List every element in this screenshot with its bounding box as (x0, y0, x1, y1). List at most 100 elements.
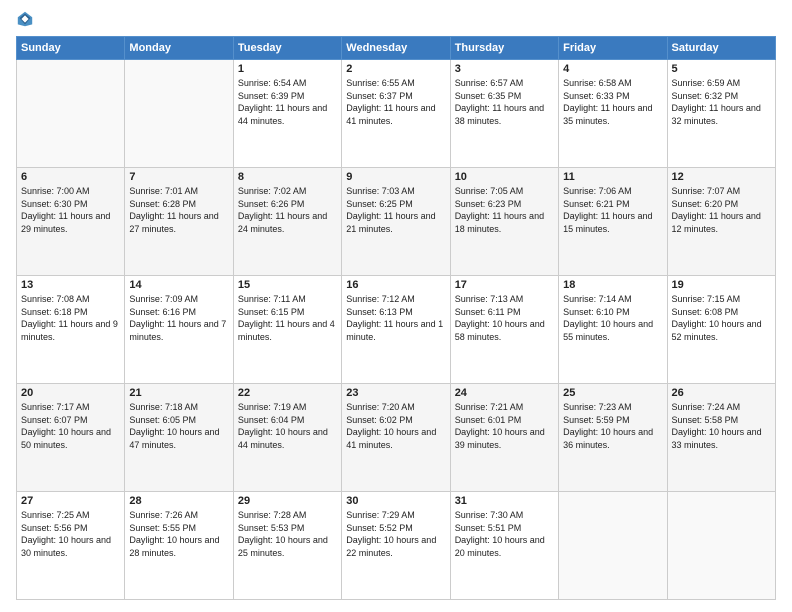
day-detail: Sunrise: 7:07 AM Sunset: 6:20 PM Dayligh… (672, 185, 771, 235)
day-detail: Sunrise: 7:13 AM Sunset: 6:11 PM Dayligh… (455, 293, 554, 343)
logo-icon (16, 10, 34, 28)
day-number: 4 (563, 63, 662, 75)
day-number: 1 (238, 63, 337, 75)
day-number: 27 (21, 495, 120, 507)
weekday-sunday: Sunday (17, 37, 125, 60)
weekday-thursday: Thursday (450, 37, 558, 60)
day-number: 3 (455, 63, 554, 75)
day-cell (559, 492, 667, 600)
day-detail: Sunrise: 7:00 AM Sunset: 6:30 PM Dayligh… (21, 185, 120, 235)
day-cell: 19 Sunrise: 7:15 AM Sunset: 6:08 PM Dayli… (667, 276, 775, 384)
day-cell: 7 Sunrise: 7:01 AM Sunset: 6:28 PM Daylig… (125, 168, 233, 276)
day-detail: Sunrise: 7:28 AM Sunset: 5:53 PM Dayligh… (238, 509, 337, 559)
day-cell: 4 Sunrise: 6:58 AM Sunset: 6:33 PM Daylig… (559, 60, 667, 168)
day-cell: 14 Sunrise: 7:09 AM Sunset: 6:16 PM Dayli… (125, 276, 233, 384)
day-cell: 28 Sunrise: 7:26 AM Sunset: 5:55 PM Dayli… (125, 492, 233, 600)
day-detail: Sunrise: 7:29 AM Sunset: 5:52 PM Dayligh… (346, 509, 445, 559)
day-number: 17 (455, 279, 554, 291)
day-number: 8 (238, 171, 337, 183)
day-cell: 9 Sunrise: 7:03 AM Sunset: 6:25 PM Daylig… (342, 168, 450, 276)
day-detail: Sunrise: 7:21 AM Sunset: 6:01 PM Dayligh… (455, 401, 554, 451)
logo (16, 12, 36, 28)
day-cell: 23 Sunrise: 7:20 AM Sunset: 6:02 PM Dayli… (342, 384, 450, 492)
day-number: 5 (672, 63, 771, 75)
day-number: 6 (21, 171, 120, 183)
day-number: 30 (346, 495, 445, 507)
weekday-friday: Friday (559, 37, 667, 60)
day-detail: Sunrise: 7:20 AM Sunset: 6:02 PM Dayligh… (346, 401, 445, 451)
weekday-saturday: Saturday (667, 37, 775, 60)
day-number: 28 (129, 495, 228, 507)
day-cell: 22 Sunrise: 7:19 AM Sunset: 6:04 PM Dayli… (233, 384, 341, 492)
day-detail: Sunrise: 6:55 AM Sunset: 6:37 PM Dayligh… (346, 77, 445, 127)
day-number: 16 (346, 279, 445, 291)
day-detail: Sunrise: 7:09 AM Sunset: 6:16 PM Dayligh… (129, 293, 228, 343)
week-row-2: 6 Sunrise: 7:00 AM Sunset: 6:30 PM Daylig… (17, 168, 776, 276)
day-detail: Sunrise: 7:05 AM Sunset: 6:23 PM Dayligh… (455, 185, 554, 235)
day-detail: Sunrise: 7:23 AM Sunset: 5:59 PM Dayligh… (563, 401, 662, 451)
day-detail: Sunrise: 6:58 AM Sunset: 6:33 PM Dayligh… (563, 77, 662, 127)
day-cell: 5 Sunrise: 6:59 AM Sunset: 6:32 PM Daylig… (667, 60, 775, 168)
day-cell: 15Sunrise: 7:11 AM Sunset: 6:15 PM Dayli… (233, 276, 341, 384)
day-cell: 27 Sunrise: 7:25 AM Sunset: 5:56 PM Dayli… (17, 492, 125, 600)
day-number: 22 (238, 387, 337, 399)
day-number: 25 (563, 387, 662, 399)
day-cell: 25 Sunrise: 7:23 AM Sunset: 5:59 PM Dayli… (559, 384, 667, 492)
day-number: 9 (346, 171, 445, 183)
week-row-3: 13 Sunrise: 7:08 AM Sunset: 6:18 PM Dayli… (17, 276, 776, 384)
day-number: 21 (129, 387, 228, 399)
day-detail: Sunrise: 7:26 AM Sunset: 5:55 PM Dayligh… (129, 509, 228, 559)
day-cell: 3Sunrise: 6:57 AM Sunset: 6:35 PM Daylig… (450, 60, 558, 168)
day-cell (667, 492, 775, 600)
day-cell: 6 Sunrise: 7:00 AM Sunset: 6:30 PM Daylig… (17, 168, 125, 276)
day-cell: 11Sunrise: 7:06 AM Sunset: 6:21 PM Dayli… (559, 168, 667, 276)
day-detail: Sunrise: 7:17 AM Sunset: 6:07 PM Dayligh… (21, 401, 120, 451)
day-number: 23 (346, 387, 445, 399)
day-detail: Sunrise: 7:03 AM Sunset: 6:25 PM Dayligh… (346, 185, 445, 235)
day-detail: Sunrise: 7:30 AM Sunset: 5:51 PM Dayligh… (455, 509, 554, 559)
day-cell: 10 Sunrise: 7:05 AM Sunset: 6:23 PM Dayli… (450, 168, 558, 276)
day-detail: Sunrise: 7:01 AM Sunset: 6:28 PM Dayligh… (129, 185, 228, 235)
day-cell: 13 Sunrise: 7:08 AM Sunset: 6:18 PM Dayli… (17, 276, 125, 384)
page: SundayMondayTuesdayWednesdayThursdayFrid… (0, 0, 792, 612)
day-cell: 12 Sunrise: 7:07 AM Sunset: 6:20 PM Dayli… (667, 168, 775, 276)
day-cell: 24 Sunrise: 7:21 AM Sunset: 6:01 PM Dayli… (450, 384, 558, 492)
day-cell: 8 Sunrise: 7:02 AM Sunset: 6:26 PM Daylig… (233, 168, 341, 276)
day-cell: 1 Sunrise: 6:54 AM Sunset: 6:39 PM Daylig… (233, 60, 341, 168)
day-number: 2 (346, 63, 445, 75)
day-cell (17, 60, 125, 168)
week-row-1: 1 Sunrise: 6:54 AM Sunset: 6:39 PM Daylig… (17, 60, 776, 168)
day-number: 12 (672, 171, 771, 183)
day-number: 13 (21, 279, 120, 291)
day-cell: 17 Sunrise: 7:13 AM Sunset: 6:11 PM Dayli… (450, 276, 558, 384)
weekday-tuesday: Tuesday (233, 37, 341, 60)
day-number: 19 (672, 279, 771, 291)
day-number: 14 (129, 279, 228, 291)
day-number: 31 (455, 495, 554, 507)
day-number: 20 (21, 387, 120, 399)
day-number: 11 (563, 171, 662, 183)
day-detail: Sunrise: 7:11 AM Sunset: 6:15 PM Dayligh… (238, 293, 337, 343)
day-detail: Sunrise: 7:25 AM Sunset: 5:56 PM Dayligh… (21, 509, 120, 559)
day-cell (125, 60, 233, 168)
day-detail: Sunrise: 7:12 AM Sunset: 6:13 PM Dayligh… (346, 293, 445, 343)
day-detail: Sunrise: 6:54 AM Sunset: 6:39 PM Dayligh… (238, 77, 337, 127)
day-detail: Sunrise: 7:02 AM Sunset: 6:26 PM Dayligh… (238, 185, 337, 235)
day-cell: 18Sunrise: 7:14 AM Sunset: 6:10 PM Dayli… (559, 276, 667, 384)
day-detail: Sunrise: 7:08 AM Sunset: 6:18 PM Dayligh… (21, 293, 120, 343)
header (16, 12, 776, 28)
day-cell: 26Sunrise: 7:24 AM Sunset: 5:58 PM Dayli… (667, 384, 775, 492)
day-cell: 30 Sunrise: 7:29 AM Sunset: 5:52 PM Dayli… (342, 492, 450, 600)
day-detail: Sunrise: 7:24 AM Sunset: 5:58 PM Dayligh… (672, 401, 771, 451)
day-number: 10 (455, 171, 554, 183)
day-number: 24 (455, 387, 554, 399)
week-row-4: 20 Sunrise: 7:17 AM Sunset: 6:07 PM Dayli… (17, 384, 776, 492)
day-number: 7 (129, 171, 228, 183)
day-detail: Sunrise: 7:15 AM Sunset: 6:08 PM Dayligh… (672, 293, 771, 343)
day-detail: Sunrise: 6:59 AM Sunset: 6:32 PM Dayligh… (672, 77, 771, 127)
day-detail: Sunrise: 7:14 AM Sunset: 6:10 PM Dayligh… (563, 293, 662, 343)
day-cell: 21Sunrise: 7:18 AM Sunset: 6:05 PM Dayli… (125, 384, 233, 492)
day-cell: 16 Sunrise: 7:12 AM Sunset: 6:13 PM Dayli… (342, 276, 450, 384)
day-detail: Sunrise: 7:19 AM Sunset: 6:04 PM Dayligh… (238, 401, 337, 451)
weekday-header-row: SundayMondayTuesdayWednesdayThursdayFrid… (17, 37, 776, 60)
